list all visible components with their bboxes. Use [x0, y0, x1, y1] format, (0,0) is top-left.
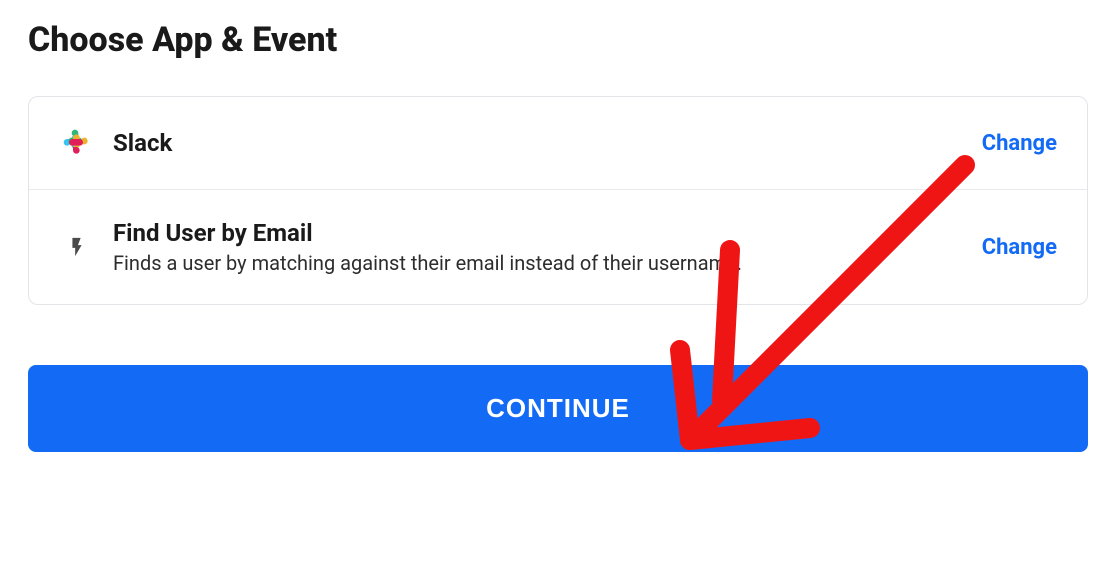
app-event-card: Slack Change Find User by Email Finds a … — [28, 96, 1088, 305]
event-title: Find User by Email — [113, 218, 964, 248]
event-description: Finds a user by matching against their e… — [113, 250, 964, 276]
continue-button[interactable]: CONTINUE — [28, 365, 1088, 452]
event-row: Find User by Email Finds a user by match… — [29, 189, 1087, 304]
section-heading: Choose App & Event — [28, 20, 1088, 60]
app-row-text: Slack — [113, 128, 964, 158]
app-change-link[interactable]: Change — [982, 131, 1057, 156]
app-title: Slack — [113, 128, 964, 158]
event-row-text: Find User by Email Finds a user by match… — [113, 218, 964, 276]
event-change-link[interactable]: Change — [982, 235, 1057, 260]
app-row: Slack Change — [29, 97, 1087, 189]
action-icon — [59, 229, 95, 265]
slack-icon — [59, 125, 95, 161]
